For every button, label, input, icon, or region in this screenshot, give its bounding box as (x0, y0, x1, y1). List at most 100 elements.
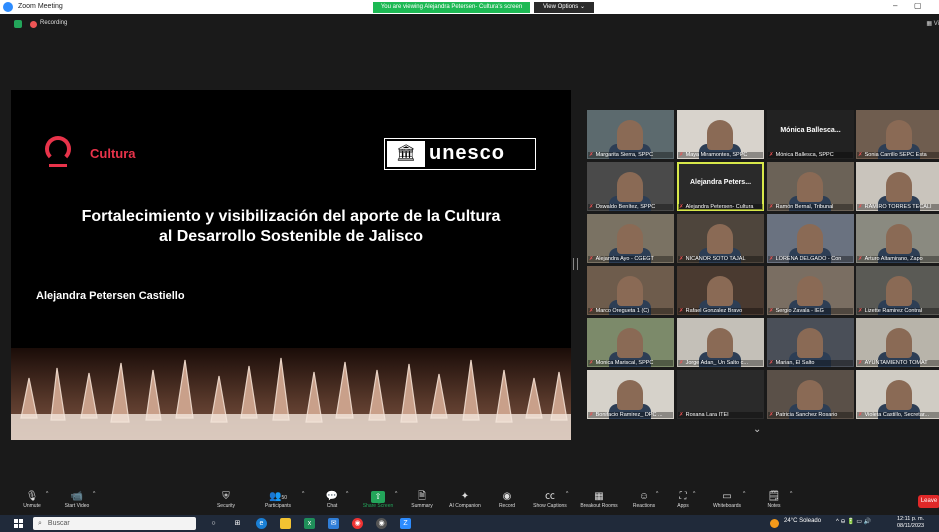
participant-name-label: ✗ Lizette Ramirez Contral (857, 308, 939, 314)
chrome-icon[interactable]: ◉ (352, 518, 363, 529)
reactions-caret-icon[interactable]: ^ (656, 491, 658, 497)
whiteboards-button[interactable]: ▭ Whiteboards (708, 491, 746, 509)
slide-title: Fortalecimiento y visibilización del apo… (31, 207, 551, 247)
microphone-muted-icon: ✗ (769, 360, 774, 366)
participant-video-face (797, 380, 823, 410)
participant-name-label: ✗ Arturo Altamirano, Zapo (857, 256, 939, 262)
weather-text[interactable]: 24°C Soleado (784, 518, 821, 524)
microphone-muted-icon: ✗ (769, 256, 774, 262)
show-captions-button[interactable]: ㏄ Show Captions (530, 491, 570, 509)
security-label: Security (216, 503, 236, 509)
taskbar-search-box[interactable]: ⌕ Buscar (33, 517, 196, 530)
participant-tile[interactable]: ✗ RAMIRO TORRES TECALI (856, 162, 939, 211)
microphone-muted-icon: ✗ (589, 360, 594, 366)
video-options-caret-icon[interactable]: ^ (93, 491, 95, 497)
participant-tile[interactable]: ✗ Rafael Gonzalez Bravo (677, 266, 764, 315)
share-screen-button[interactable]: ⇧ Share Screen (360, 491, 396, 509)
security-shield-icon[interactable] (14, 20, 22, 28)
breakout-rooms-button[interactable]: ▦ Breakout Rooms (576, 491, 622, 509)
participant-video-face (707, 224, 733, 254)
start-video-button[interactable]: 📹 Start Video (60, 491, 94, 509)
task-view-icon[interactable]: ○ (208, 518, 219, 529)
view-options-button[interactable]: View Options ⌄ (534, 2, 594, 13)
participant-tile[interactable]: ✗ Arturo Altamirano, Zapo (856, 214, 939, 263)
notes-button[interactable]: 🗒 Notes (764, 491, 784, 509)
apps-button[interactable]: ⛶ Apps (674, 491, 692, 509)
participant-tile[interactable]: ✗ AYUNTAMIENTO TOMAT (856, 318, 939, 367)
mail-icon[interactable]: ✉ (328, 518, 339, 529)
participant-tile[interactable]: ✗ Alejandra Ayo - CGEGT (587, 214, 674, 263)
clock[interactable]: 12:11 p. m. 08/11/2023 (897, 516, 924, 530)
edge-icon[interactable]: e (256, 518, 267, 529)
participant-display-name: Alejandra Peters... (689, 179, 752, 186)
participant-video-face (797, 224, 823, 254)
widgets-icon[interactable]: ⊞ (232, 518, 243, 529)
share-caret-icon[interactable]: ^ (395, 491, 397, 497)
apps-icon: ⛶ (679, 491, 687, 502)
minimize-button[interactable]: – (893, 1, 897, 10)
participant-tile[interactable]: ✗ Ramón Bernal, Tribunal (767, 162, 854, 211)
viewing-screen-banner: You are viewing Alejandra Petersen- Cult… (373, 2, 530, 13)
participant-tile[interactable]: ✗ LORENA DELGADO - Con (767, 214, 854, 263)
microphone-muted-icon: 🎙 (25, 491, 39, 502)
record-button[interactable]: ◉ Record (496, 491, 518, 509)
participant-tile[interactable]: ✗ Lizette Ramirez Contral (856, 266, 939, 315)
participant-tile[interactable]: ✗ Patricia Sanchez Rosario (767, 370, 854, 419)
microphone-muted-icon: ✗ (589, 256, 594, 262)
participant-tile[interactable]: ✗ Violeta Castillo, Secretar... (856, 370, 939, 419)
show-captions-label: Show Captions (533, 503, 567, 509)
chat-caret-icon[interactable]: ^ (346, 491, 348, 497)
reactions-button[interactable]: ☺ Reactions (630, 491, 658, 509)
participant-tile[interactable]: ✗ Margarita Sierra, SPPC (587, 110, 674, 159)
restore-button[interactable]: ▢ (914, 1, 922, 10)
participant-name: Violeta Castillo, Secretar... (864, 412, 930, 418)
participant-tile[interactable]: ✗ NICANOR SOTO TAJAL (677, 214, 764, 263)
participant-tile[interactable]: ✗ Marco Oregueta 1 (C) (587, 266, 674, 315)
participants-caret-icon[interactable]: ^ (302, 491, 304, 497)
participant-tile[interactable]: ✗ Roxana Lara ITEI (677, 370, 764, 419)
participant-name: Sonia Carrillo SEPC Esta (864, 152, 927, 158)
participant-video-face (617, 328, 643, 358)
participant-name: Jorge Adan_ Un Salto c... (685, 360, 748, 366)
participant-tile[interactable]: ✗ Bonifacio Ramirez_ DPC ... (587, 370, 674, 419)
participant-name-label: ✗ AYUNTAMIENTO TOMAT (857, 360, 939, 366)
participant-tile[interactable]: ✗ Jorge Adan_ Un Salto c... (677, 318, 764, 367)
participant-name-label: ✗ Violeta Castillo, Secretar... (857, 412, 939, 418)
participant-name: Marian, El Salto (775, 360, 815, 366)
record-label: Record (498, 503, 516, 509)
summary-button[interactable]: 🗎 Summary (408, 491, 436, 509)
chrome-profile-icon[interactable]: ◉ (376, 518, 387, 529)
participant-tile[interactable]: Alejandra Peters... ✗ Alejandra Petersen- … (677, 162, 764, 211)
gallery-next-page-icon[interactable]: ⌄ (753, 424, 761, 435)
participants-button[interactable]: 👥50 Participants (258, 491, 298, 509)
participant-tile[interactable]: ✗ Sonia Carrillo SEPC Esta (856, 110, 939, 159)
participant-name-label: ✗ Mónica Ballesca, SPPC (768, 152, 853, 158)
participant-tile[interactable]: ✗ Monica Mariscal, SPPC (587, 318, 674, 367)
unmute-button[interactable]: 🎙 Unmute (20, 491, 44, 509)
chat-button[interactable]: 💬 Chat (320, 491, 344, 509)
system-tray-icons[interactable]: ^ ⊖ 🔋 ▭ 🔊 (836, 518, 871, 525)
captions-caret-icon[interactable]: ^ (566, 491, 568, 497)
windows-start-icon[interactable] (14, 519, 23, 528)
participant-tile[interactable]: ✗ Oswaldo Benítez, SPPC (587, 162, 674, 211)
whiteboards-caret-icon[interactable]: ^ (743, 491, 745, 497)
notes-caret-icon[interactable]: ^ (790, 491, 792, 497)
audio-options-caret-icon[interactable]: ^ (46, 491, 48, 497)
view-button[interactable]: ▦ Vi (926, 20, 939, 27)
leave-button[interactable]: Leave (918, 495, 939, 508)
microphone-muted-icon: ✗ (769, 152, 774, 158)
participant-tile[interactable]: ✗ Maya Miramontes, SPPC (677, 110, 764, 159)
participant-tile[interactable]: ✗ Marian, El Salto (767, 318, 854, 367)
participant-name: Ramón Bernal, Tribunal (775, 204, 834, 210)
file-explorer-icon[interactable] (280, 518, 291, 529)
security-button[interactable]: ⛨ Security (212, 491, 240, 509)
participant-video-face (617, 120, 643, 150)
excel-icon[interactable]: x (304, 518, 315, 529)
zoom-taskbar-icon[interactable]: Z (400, 518, 411, 529)
participant-tile[interactable]: ✗ Sergio Zavala - IEG (767, 266, 854, 315)
ai-companion-button[interactable]: ✦ AI Companion (444, 491, 486, 509)
participant-tile[interactable]: Mónica Ballesca... ✗ Mónica Ballesca, SPPC (767, 110, 854, 159)
view-options-label: View Options (543, 4, 579, 10)
split-view-handle[interactable] (573, 258, 578, 270)
apps-caret-icon[interactable]: ^ (693, 491, 695, 497)
